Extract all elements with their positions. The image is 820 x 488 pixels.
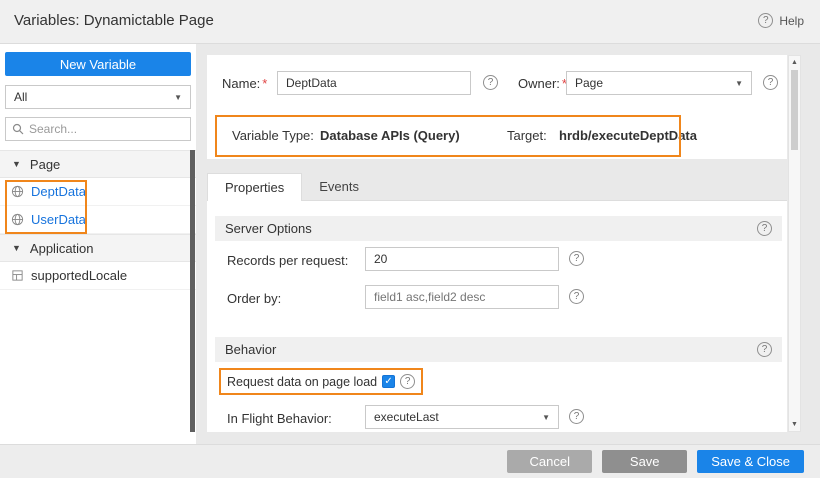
owner-help-icon[interactable]: ? — [763, 75, 778, 90]
tree-group-application[interactable]: ▼ Application — [0, 234, 196, 262]
name-label: Name:* — [222, 76, 267, 91]
tree-item-label: DeptData — [31, 184, 86, 199]
service-variable-icon — [11, 185, 24, 198]
collapse-triangle-icon: ▼ — [12, 159, 21, 169]
sidebar-scrollbar-thumb[interactable] — [190, 150, 195, 432]
variable-type-label: Variable Type: — [232, 128, 314, 143]
dialog-footer: Cancel Save Save & Close — [0, 444, 820, 478]
inflight-behavior-select[interactable]: executeLast ▼ — [365, 405, 559, 429]
order-by-input[interactable] — [365, 285, 559, 309]
variable-type-value: Database APIs (Query) — [320, 128, 460, 143]
main-scrollbar-thumb[interactable] — [791, 70, 798, 150]
request-data-help-icon[interactable]: ? — [400, 374, 415, 389]
server-options-title: Server Options — [225, 221, 312, 236]
tree-item-supportedlocale[interactable]: supportedLocale — [0, 262, 196, 290]
request-data-label: Request data on page load — [227, 375, 377, 389]
check-icon: ✓ — [384, 376, 392, 387]
order-by-help-icon[interactable]: ? — [569, 289, 584, 304]
search-box — [5, 117, 191, 141]
behavior-title: Behavior — [225, 342, 276, 357]
owner-label-text: Owner: — [518, 76, 560, 91]
help-button[interactable]: ? Help — [758, 13, 804, 28]
tree-item-userdata[interactable]: UserData — [0, 206, 196, 234]
main-scrollbar[interactable]: ▲ ▼ — [788, 55, 801, 432]
name-input[interactable] — [277, 71, 471, 95]
new-variable-button[interactable]: New Variable — [5, 52, 191, 76]
chevron-down-icon: ▼ — [735, 79, 743, 88]
variable-form-card: Name:* ? Owner:* Page ▼ ? Variable Type:… — [207, 55, 787, 159]
variable-tree: ▼ Page DeptData UserData — [0, 150, 196, 290]
server-options-help-icon[interactable]: ? — [757, 221, 772, 236]
records-help-icon[interactable]: ? — [569, 251, 584, 266]
behavior-header: Behavior ? — [215, 337, 782, 362]
tab-bar: Properties Events — [207, 173, 376, 201]
tree-group-label: Page — [30, 157, 60, 172]
behavior-help-icon[interactable]: ? — [757, 342, 772, 357]
sidebar: New Variable All ▼ ▼ Page — [0, 44, 196, 444]
inflight-behavior-label: In Flight Behavior: — [227, 411, 332, 426]
chevron-down-icon: ▼ — [174, 93, 182, 102]
target-label: Target: — [507, 128, 547, 143]
name-label-text: Name: — [222, 76, 260, 91]
variables-dialog: Variables: Dynamictable Page ? Help New … — [0, 0, 820, 488]
inflight-behavior-value: executeLast — [374, 410, 439, 424]
tree-group-label: Application — [30, 241, 94, 256]
order-by-label: Order by: — [227, 291, 281, 306]
required-marker: * — [262, 76, 267, 91]
records-per-request-label: Records per request: — [227, 253, 348, 268]
request-data-checkbox[interactable]: ✓ — [382, 375, 395, 388]
variable-filter-select[interactable]: All ▼ — [5, 85, 191, 109]
page-title: Variables: Dynamictable Page — [14, 12, 214, 29]
tree-item-label: supportedLocale — [31, 268, 127, 283]
service-variable-icon — [11, 213, 24, 226]
search-input[interactable] — [29, 122, 184, 136]
highlight-box-request-data: Request data on page load ✓ ? — [219, 368, 423, 395]
tree-item-label: UserData — [31, 212, 86, 227]
owner-label: Owner:* — [518, 76, 567, 91]
search-icon — [12, 123, 24, 135]
locale-variable-icon — [11, 269, 24, 282]
tree-item-deptdata[interactable]: DeptData — [0, 178, 196, 206]
properties-panel: Server Options ? Records per request: ? … — [207, 200, 787, 432]
chevron-down-icon: ▼ — [542, 413, 550, 422]
owner-select-value: Page — [575, 76, 603, 90]
tab-properties[interactable]: Properties — [207, 173, 302, 201]
inflight-help-icon[interactable]: ? — [569, 409, 584, 424]
tab-events[interactable]: Events — [302, 173, 376, 201]
scroll-down-icon[interactable]: ▼ — [789, 421, 800, 428]
owner-select[interactable]: Page ▼ — [566, 71, 752, 95]
save-button[interactable]: Save — [602, 450, 687, 473]
records-per-request-input[interactable] — [365, 247, 559, 271]
cancel-button[interactable]: Cancel — [507, 450, 592, 473]
name-help-icon[interactable]: ? — [483, 75, 498, 90]
tree-group-page[interactable]: ▼ Page — [0, 150, 196, 178]
help-label: Help — [779, 14, 804, 28]
scroll-up-icon[interactable]: ▲ — [789, 59, 800, 66]
help-icon: ? — [758, 13, 773, 28]
variable-filter-value: All — [14, 90, 27, 104]
target-value: hrdb/executeDeptData — [559, 128, 697, 143]
dialog-header: Variables: Dynamictable Page ? Help — [0, 0, 820, 44]
collapse-triangle-icon: ▼ — [12, 243, 21, 253]
save-and-close-button[interactable]: Save & Close — [697, 450, 804, 473]
server-options-header: Server Options ? — [215, 216, 782, 241]
